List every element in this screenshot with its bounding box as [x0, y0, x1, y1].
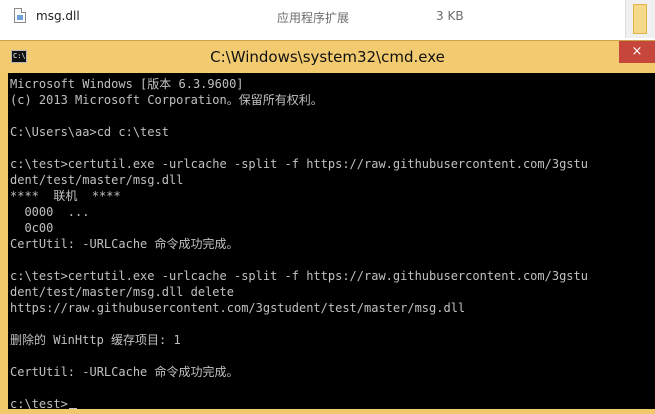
console-line: 删除的 WinHttp 缓存项目: 1 [10, 333, 181, 347]
console-line: **** 联机 **** [10, 189, 121, 203]
file-name: msg.dll [36, 9, 80, 23]
console-line: 0c00 [10, 221, 54, 235]
title-bar[interactable]: C:\ C:\Windows\system32\cmd.exe × [0, 41, 655, 73]
explorer-scrollbar-edge [625, 0, 655, 38]
window-bottom-frame [0, 409, 655, 414]
explorer-file-row[interactable]: msg.dll 应用程序扩展 3 KB [0, 0, 655, 38]
console-line: dent/test/master/msg.dll [10, 173, 184, 187]
dll-file-icon [14, 8, 26, 23]
file-size: 3 KB [436, 9, 464, 23]
console-line: (c) 2013 Microsoft Corporation。保留所有权利。 [10, 93, 323, 107]
console-line: c:\test>certutil.exe -urlcache -split -f… [10, 269, 588, 283]
console-line: CertUtil: -URLCache 命令成功完成。 [10, 365, 239, 379]
console-line: https://raw.githubusercontent.com/3gstud… [10, 301, 466, 315]
console-line: dent/test/master/msg.dll delete [10, 285, 234, 299]
console-line: Microsoft Windows [版本 6.3.9600] [10, 77, 244, 91]
cmd-window[interactable]: C:\ C:\Windows\system32\cmd.exe × Micros… [0, 40, 655, 414]
console-line: c:\test>certutil.exe -urlcache -split -f… [10, 157, 588, 171]
window-title: C:\Windows\system32\cmd.exe [210, 48, 445, 66]
console-line: CertUtil: -URLCache 命令成功完成。 [10, 237, 239, 251]
console-line: 0000 ... [10, 205, 90, 219]
close-button[interactable]: × [619, 41, 655, 63]
console-prompt: c:\test> [10, 397, 68, 409]
console-output[interactable]: Microsoft Windows [版本 6.3.9600] (c) 2013… [8, 73, 655, 409]
file-type: 应用程序扩展 [277, 11, 350, 25]
console-line: C:\Users\aa>cd c:\test [10, 125, 169, 139]
console-text[interactable]: Microsoft Windows [版本 6.3.9600] (c) 2013… [10, 76, 652, 409]
